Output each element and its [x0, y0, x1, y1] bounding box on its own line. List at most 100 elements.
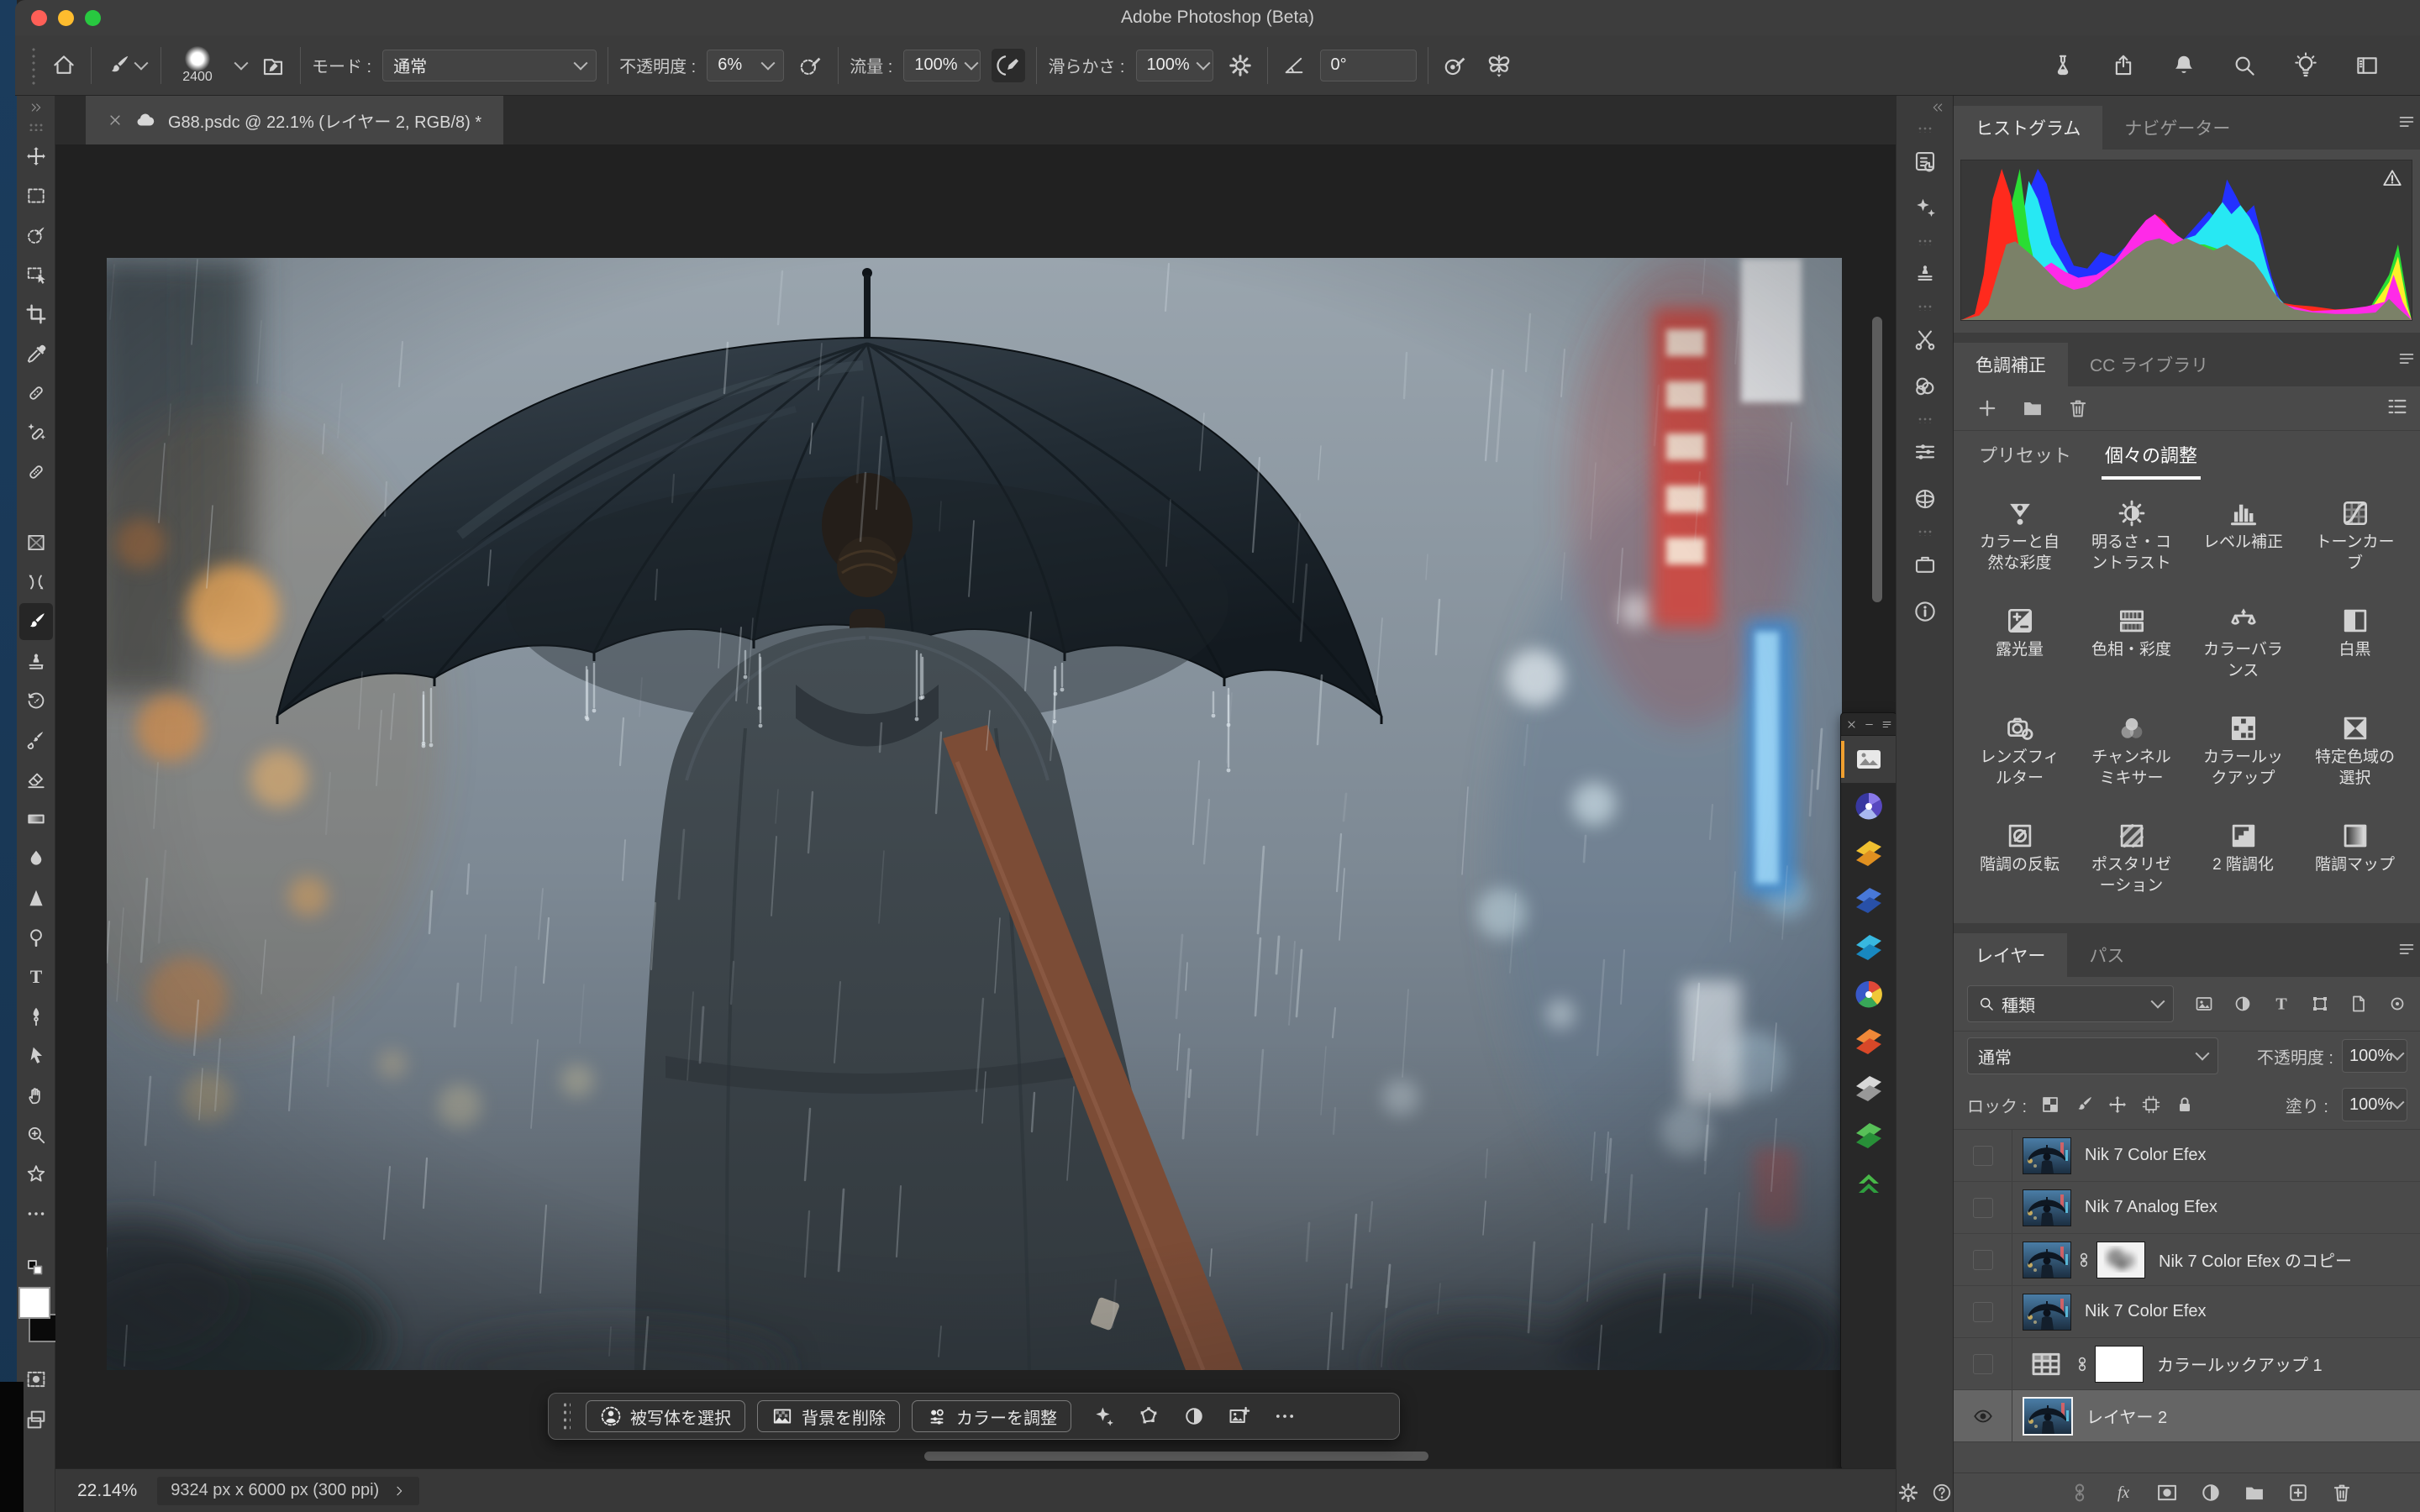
airbrush-toggle[interactable] — [992, 49, 1025, 82]
adjustment-selective-color[interactable]: 特定色域の 選択 — [2299, 706, 2411, 814]
tool-mixer-brush[interactable] — [19, 722, 53, 759]
filter-pixel-layers-icon[interactable] — [2194, 994, 2214, 1014]
tool-shape-star[interactable] — [19, 1156, 53, 1193]
layer-name[interactable]: Nik 7 Color Efex のコピー — [2159, 1247, 2352, 1272]
adjustment-color-balance[interactable]: カラーバラ ンス — [2187, 599, 2299, 706]
discover-button[interactable] — [2289, 49, 2323, 82]
layer-visibility-eye[interactable] — [1954, 1390, 2012, 1441]
new-adjustment-layer-button[interactable] — [2199, 1481, 2223, 1504]
nik-plugin-yellow[interactable] — [1841, 830, 1896, 877]
angle-input[interactable]: 0° — [1320, 50, 1417, 81]
remove-background-button[interactable]: 背景を削除 — [757, 1400, 900, 1432]
tool-object-selection[interactable] — [19, 256, 53, 293]
layer-row[interactable]: Nik 7 Analog Efex — [1954, 1182, 2420, 1234]
filter-type-layers-icon[interactable]: T — [2271, 994, 2291, 1014]
tool-preset-button[interactable] — [103, 50, 150, 81]
layer-name[interactable]: カラールックアップ 1 — [2157, 1352, 2323, 1376]
share-button[interactable] — [2107, 50, 2139, 81]
nik-plugin-blue[interactable] — [1841, 877, 1896, 924]
adjustment-group-icon[interactable] — [2021, 396, 2044, 420]
mode-select[interactable]: 通常 — [382, 50, 597, 81]
adjustment-levels[interactable]: レベル補正 — [2187, 491, 2299, 599]
tool-eyedropper[interactable] — [19, 335, 53, 372]
screen-mode-button[interactable] — [19, 1403, 53, 1436]
zoom-level[interactable]: 22.14% — [77, 1481, 137, 1501]
taskbar-t-imageplus-icon[interactable] — [1228, 1404, 1251, 1428]
blend-mode-select[interactable]: 通常 — [1967, 1037, 2218, 1074]
tool-gradient[interactable] — [19, 801, 53, 837]
taskbar-t-sparkle-icon[interactable] — [1092, 1404, 1115, 1428]
filter-shape-layers-icon[interactable] — [2310, 994, 2330, 1014]
lock-artboard-icon[interactable] — [2141, 1095, 2161, 1115]
layer-row[interactable]: Nik 7 Color Efex のコピー — [1954, 1234, 2420, 1286]
horizontal-scrollbar[interactable] — [924, 1452, 1428, 1461]
tab-layers[interactable]: レイヤー — [1954, 933, 2067, 977]
adjustments-panel-menu-icon[interactable] — [2397, 349, 2416, 368]
tool-content-aware-move[interactable] — [19, 564, 53, 601]
brush-size-picker[interactable]: 2400 — [172, 46, 246, 85]
tool-history-brush[interactable] — [19, 682, 53, 719]
tool-crop[interactable] — [19, 296, 53, 333]
tool-sharpen[interactable] — [19, 879, 53, 916]
nik-plugin-cyan[interactable] — [1841, 924, 1896, 971]
adjustment-black-white[interactable]: 白黒 — [2299, 599, 2411, 706]
delete-adjustment-icon[interactable] — [2066, 396, 2090, 420]
options-grip[interactable] — [30, 46, 37, 85]
layer-row[interactable]: Nik 7 Color Efex — [1954, 1130, 2420, 1182]
tool-hand[interactable] — [19, 1077, 53, 1114]
dock-collapse-button[interactable] — [1897, 96, 1953, 114]
layer-name[interactable]: レイヤー 2 — [2086, 1404, 2167, 1428]
nik-plugin-multicolor[interactable] — [1841, 971, 1896, 1018]
plugins-settings-icon[interactable] — [1897, 1482, 1919, 1504]
tool-remove[interactable] — [19, 414, 53, 451]
lock-pixels-icon[interactable] — [2074, 1095, 2094, 1115]
nik-plugin-green[interactable] — [1841, 1112, 1896, 1159]
adjustment-color-vibrance[interactable]: カラーと自 然な彩度 — [1964, 491, 2075, 599]
filter-smart-objects-icon[interactable] — [2349, 994, 2369, 1014]
tool-more-tools[interactable] — [19, 1195, 53, 1232]
lock-position-icon[interactable] — [2107, 1095, 2128, 1115]
dock-stamp-activity[interactable] — [1907, 255, 1944, 292]
smoothing-select[interactable]: 100% — [1136, 50, 1213, 81]
new-group-button[interactable] — [2243, 1481, 2266, 1504]
layer-visibility-toggle[interactable] — [1954, 1234, 2012, 1285]
taskbar-l-half-icon[interactable] — [1182, 1404, 1206, 1428]
layer-visibility-toggle[interactable] — [1954, 1130, 2012, 1181]
list-view-icon[interactable] — [2386, 395, 2409, 418]
dock-color[interactable] — [1907, 368, 1944, 405]
quick-mask-button[interactable] — [19, 1362, 53, 1396]
layer-thumbnail[interactable] — [2023, 1397, 2073, 1436]
layer-mask-thumbnail[interactable] — [2095, 1346, 2144, 1383]
tab-histogram[interactable]: ヒストグラム — [1954, 106, 2102, 150]
adjustment-lens-filter[interactable]: レンズフィ ルター — [1964, 706, 2075, 814]
nik-menu-icon[interactable] — [1881, 719, 1892, 730]
layer-row[interactable]: カラールックアップ 1 — [1954, 1338, 2420, 1390]
layer-row[interactable]: レイヤー 2 — [1954, 1390, 2420, 1442]
lock-all-icon[interactable] — [2175, 1095, 2195, 1115]
nik-plugin-violet[interactable] — [1841, 783, 1896, 830]
nik-home[interactable] — [1841, 736, 1896, 783]
layer-visibility-toggle[interactable] — [1954, 1286, 2012, 1337]
taskbar-t-polygon-icon[interactable] — [1137, 1404, 1160, 1428]
tool-zoom[interactable] — [19, 1116, 53, 1153]
add-adjustment-icon[interactable] — [1975, 396, 1999, 420]
layer-filter-select[interactable]: 種類 — [1967, 985, 2174, 1022]
help-icon[interactable] — [1931, 1482, 1953, 1504]
default-colors-icon[interactable] — [26, 1258, 46, 1278]
delete-layer-button[interactable] — [2330, 1481, 2354, 1504]
tool-spot-healing[interactable] — [19, 375, 53, 412]
layer-effects-button[interactable]: fx — [2112, 1481, 2135, 1504]
layer-thumbnail[interactable] — [2023, 1189, 2071, 1226]
tool-brush[interactable] — [19, 603, 53, 640]
tab-adjustments[interactable]: 色調補正 — [1954, 343, 2068, 386]
mask-link-icon[interactable] — [2071, 1251, 2096, 1269]
filter-adjustment-layers-icon[interactable] — [2233, 994, 2253, 1014]
tool-eraser[interactable] — [19, 761, 53, 798]
beta-flask-button[interactable] — [2047, 50, 2079, 81]
layer-visibility-toggle[interactable] — [1954, 1182, 2012, 1233]
dock-info[interactable] — [1907, 593, 1944, 630]
tool-blur[interactable] — [19, 840, 53, 877]
tool-type[interactable]: T — [19, 958, 53, 995]
symmetry-button[interactable] — [1482, 49, 1516, 82]
histogram-panel-menu-icon[interactable] — [2397, 113, 2416, 131]
